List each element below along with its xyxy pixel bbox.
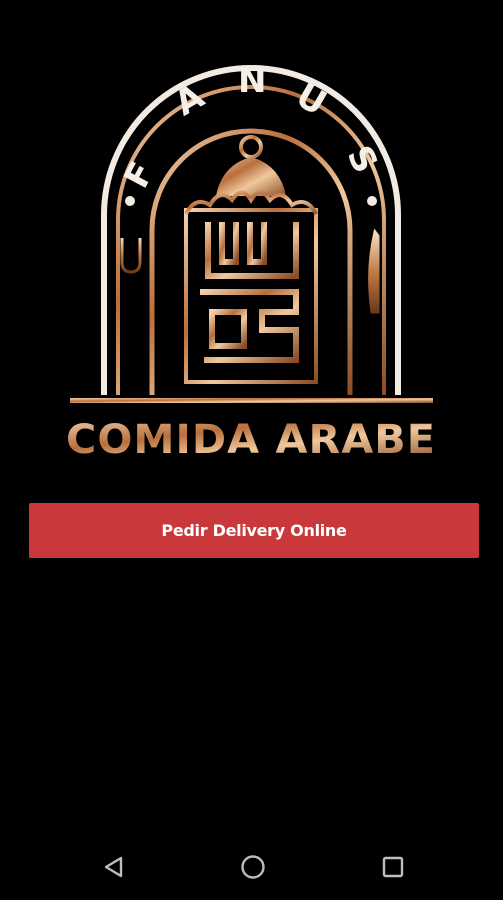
system-navigation-bar (0, 834, 503, 900)
knife-icon (368, 228, 380, 375)
logo-tagline: COMIDA ARABE (66, 417, 436, 463)
brand-letter-a: A (168, 76, 211, 124)
nav-back-button[interactable] (94, 847, 134, 887)
brand-letter-u: U (289, 76, 333, 124)
order-delivery-online-button[interactable]: Pedir Delivery Online (29, 503, 479, 558)
home-circle-icon (241, 855, 265, 879)
brand-letter-n: N (238, 61, 266, 101)
arabic-calligraphy-mark (200, 222, 299, 363)
order-delivery-online-label: Pedir Delivery Online (161, 521, 347, 540)
back-triangle-icon (104, 856, 123, 878)
recents-square-icon (382, 856, 404, 878)
splash-screen: F A N U S COMIDA ARABE Pedir Delivery On… (0, 0, 503, 900)
nav-recents-button[interactable] (373, 847, 413, 887)
fanus-logo: F A N U S COMIDA ARABE (0, 0, 503, 480)
fork-icon (120, 238, 142, 375)
fanus-logo-graphic: F A N U S COMIDA ARABE (66, 61, 436, 463)
nav-home-button[interactable] (233, 847, 273, 887)
